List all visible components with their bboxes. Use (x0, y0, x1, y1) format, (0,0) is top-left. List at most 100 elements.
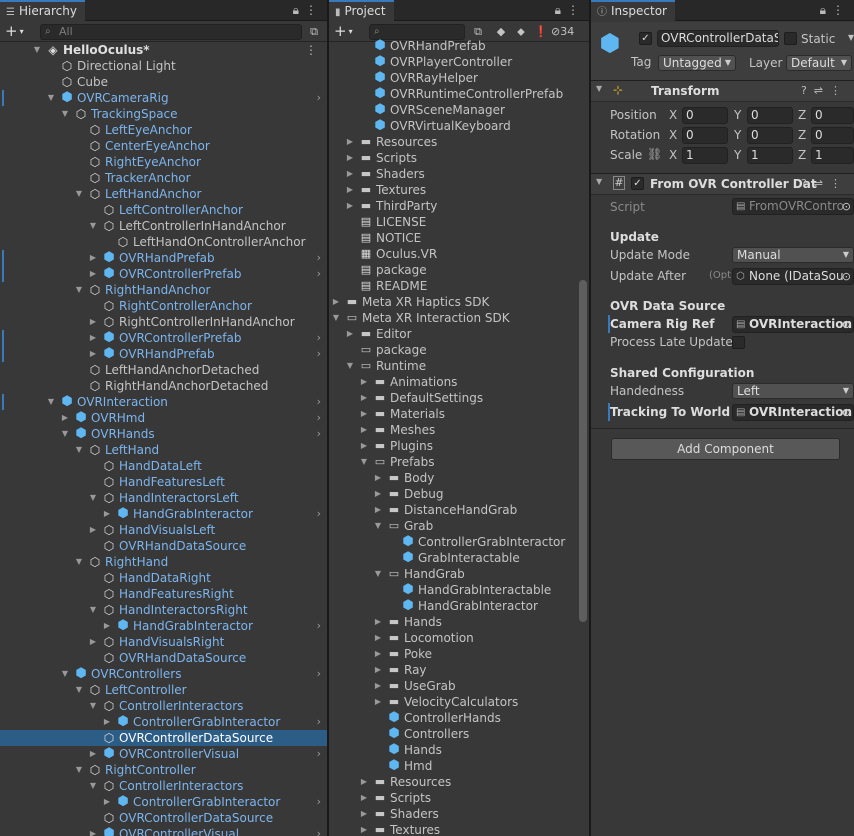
rotation-x-field[interactable]: 0 (682, 127, 728, 144)
expand-arrow-down-icon[interactable]: ▼ (60, 426, 70, 442)
expand-arrow-down-icon[interactable]: ▼ (74, 762, 84, 778)
update-mode-dropdown[interactable]: Manual ▼ (732, 247, 854, 263)
expand-arrow-right-icon[interactable]: ▶ (88, 314, 98, 330)
hierarchy-item[interactable]: ▼ ⬡ RightHandAnchor (0, 282, 327, 298)
project-item[interactable]: ▤ package (329, 262, 589, 278)
expand-arrow-right-icon[interactable]: ▶ (88, 330, 98, 346)
preset-icon[interactable]: ⇌ (814, 177, 830, 190)
project-item[interactable]: ⬢ HandGrabInteractable (329, 582, 589, 598)
expand-arrow-right-icon[interactable]: ▶ (88, 522, 98, 538)
kebab-menu-icon[interactable]: ⋮ (567, 3, 585, 17)
process-late-update-checkbox[interactable] (732, 336, 745, 349)
expand-arrow-down-icon[interactable]: ▼ (74, 442, 84, 458)
chevron-right-icon[interactable]: › (317, 394, 321, 410)
hierarchy-item[interactable]: ⬡ Directional Light (0, 58, 327, 74)
project-item[interactable]: ▶ ▬ ThirdParty (329, 198, 589, 214)
hierarchy-item[interactable]: ▶ ⬢ OVRHandPrefab › (0, 250, 327, 266)
expand-arrow-down-icon[interactable]: ▼ (345, 358, 355, 374)
expand-arrow-right-icon[interactable]: ▶ (60, 410, 70, 426)
chevron-right-icon[interactable]: › (317, 90, 321, 106)
project-item[interactable]: ▶ ▬ Scripts (329, 150, 589, 166)
expand-arrow-right-icon[interactable]: ▶ (102, 618, 112, 634)
chevron-right-icon[interactable]: › (317, 826, 321, 836)
expand-arrow-down-icon[interactable]: ▼ (373, 518, 383, 534)
hierarchy-item[interactable]: ▶ ⬢ HandGrabInteractor › (0, 618, 327, 634)
project-item[interactable]: ▼ ▭ HandGrab (329, 566, 589, 582)
expand-arrow-down-icon[interactable]: ▼ (88, 490, 98, 506)
project-item[interactable]: ⬢ OVRSceneManager (329, 102, 589, 118)
expand-arrow-right-icon[interactable]: ▶ (102, 794, 112, 810)
help-icon[interactable]: ? (801, 177, 814, 190)
hierarchy-item[interactable]: ▼ ⬡ LeftController (0, 682, 327, 698)
chevron-right-icon[interactable]: › (317, 714, 321, 730)
project-item[interactable]: ▦ Oculus.VR (329, 246, 589, 262)
kebab-menu-icon[interactable]: ⋮ (305, 3, 323, 17)
position-x-field[interactable]: 0 (682, 107, 728, 124)
expand-arrow-right-icon[interactable]: ▶ (373, 614, 383, 630)
hierarchy-item[interactable]: ▼ ◈ HelloOculus* ⋮ (0, 42, 327, 58)
expand-arrow-down-icon[interactable]: ▼ (60, 666, 70, 682)
hierarchy-item[interactable]: ▼ ⬡ ControllerInteractors (0, 698, 327, 714)
chevron-right-icon[interactable]: › (317, 426, 321, 442)
project-item[interactable]: ▤ README (329, 278, 589, 294)
project-item[interactable]: ▼ ▭ Meta XR Interaction SDK (329, 310, 589, 326)
expand-arrow-right-icon[interactable]: ▶ (373, 678, 383, 694)
project-item[interactable]: ⬢ ControllerGrabInteractor (329, 534, 589, 550)
static-checkbox[interactable] (784, 32, 797, 45)
hierarchy-item[interactable]: ▶ ⬢ OVRHandPrefab › (0, 346, 327, 362)
expand-arrow-right-icon[interactable]: ▶ (345, 134, 355, 150)
project-item[interactable]: ⬢ OVRHandPrefab (329, 38, 589, 54)
chevron-right-icon[interactable]: › (317, 746, 321, 762)
component-enabled-checkbox[interactable]: ✓ (631, 177, 644, 190)
chevron-right-icon[interactable]: › (317, 794, 321, 810)
chevron-right-icon[interactable]: › (317, 266, 321, 282)
expand-arrow-right-icon[interactable]: ▶ (359, 822, 369, 836)
hierarchy-item[interactable]: ⬡ HandFeaturesLeft (0, 474, 327, 490)
project-item[interactable]: ▶ ▬ UseGrab (329, 678, 589, 694)
hierarchy-item[interactable]: ⬡ OVRHandDataSource (0, 650, 327, 666)
lock-icon[interactable]: 🔒︎ (820, 3, 832, 17)
tab-inspector[interactable]: ⓘ Inspector (591, 0, 675, 22)
hierarchy-item[interactable]: ▶ ⬢ ControllerGrabInteractor › (0, 794, 327, 810)
position-y-field[interactable]: 0 (747, 107, 793, 124)
project-item[interactable]: ⬢ Hands (329, 742, 589, 758)
expand-arrow-down-icon[interactable]: ▼ (60, 106, 70, 122)
hierarchy-item[interactable]: ▼ ⬡ RightController (0, 762, 327, 778)
kebab-menu-icon[interactable]: ⋮ (830, 84, 848, 97)
project-scrollbar[interactable] (579, 280, 587, 622)
project-item[interactable]: ⬢ Hmd (329, 758, 589, 774)
project-item[interactable]: ⬢ ControllerHands (329, 710, 589, 726)
create-button[interactable]: + ▾ (5, 23, 24, 40)
hierarchy-item[interactable]: ▼ ⬡ LeftHand (0, 442, 327, 458)
expand-arrow-right-icon[interactable]: ▶ (359, 406, 369, 422)
chevron-right-icon[interactable]: › (317, 330, 321, 346)
transform-header[interactable]: ▼ ⊹ Transform ?⇌⋮ (591, 80, 854, 102)
expand-arrow-right-icon[interactable]: ▶ (88, 266, 98, 282)
project-item[interactable]: ⬢ Controllers (329, 726, 589, 742)
rotation-z-field[interactable]: 0 (811, 127, 854, 144)
hierarchy-item[interactable]: ▼ ⬢ OVRCameraRig › (0, 90, 327, 106)
project-item[interactable]: ⬢ GrabInteractable (329, 550, 589, 566)
tab-hierarchy[interactable]: ☰ Hierarchy (0, 0, 85, 22)
expand-arrow-right-icon[interactable]: ▶ (88, 746, 98, 762)
rotation-y-field[interactable]: 0 (747, 127, 793, 144)
project-item[interactable]: ▶ ▬ Resources (329, 774, 589, 790)
project-item[interactable]: ⬢ OVRRayHelper (329, 70, 589, 86)
hierarchy-item[interactable]: ▶ ⬢ HandGrabInteractor › (0, 506, 327, 522)
project-item[interactable]: ▶ ▬ Editor (329, 326, 589, 342)
hierarchy-item[interactable]: ▶ ⬡ HandVisualsLeft (0, 522, 327, 538)
preset-icon[interactable]: ⇌ (814, 84, 830, 97)
active-checkbox[interactable]: ✓ (639, 32, 652, 45)
hierarchy-item[interactable]: ⬡ TrackerAnchor (0, 170, 327, 186)
project-item[interactable]: ▶ ▬ Textures (329, 182, 589, 198)
project-item[interactable]: ⬢ HandGrabInteractor (329, 598, 589, 614)
hierarchy-item[interactable]: ▼ ⬢ OVRControllers › (0, 666, 327, 682)
hierarchy-item[interactable]: ⬡ LeftEyeAnchor (0, 122, 327, 138)
hierarchy-item[interactable]: ⬡ LeftHandAnchorDetached (0, 362, 327, 378)
project-item[interactable]: ▶ ▬ Hands (329, 614, 589, 630)
camera-rig-ref-field[interactable]: ▤ OVRInteraction ⊙ (732, 316, 854, 333)
kebab-menu-icon[interactable]: ⋮ (305, 42, 317, 58)
expand-arrow-right-icon[interactable]: ▶ (345, 198, 355, 214)
hierarchy-item[interactable]: ▼ ⬡ HandInteractorsRight (0, 602, 327, 618)
chevron-right-icon[interactable]: › (317, 346, 321, 362)
